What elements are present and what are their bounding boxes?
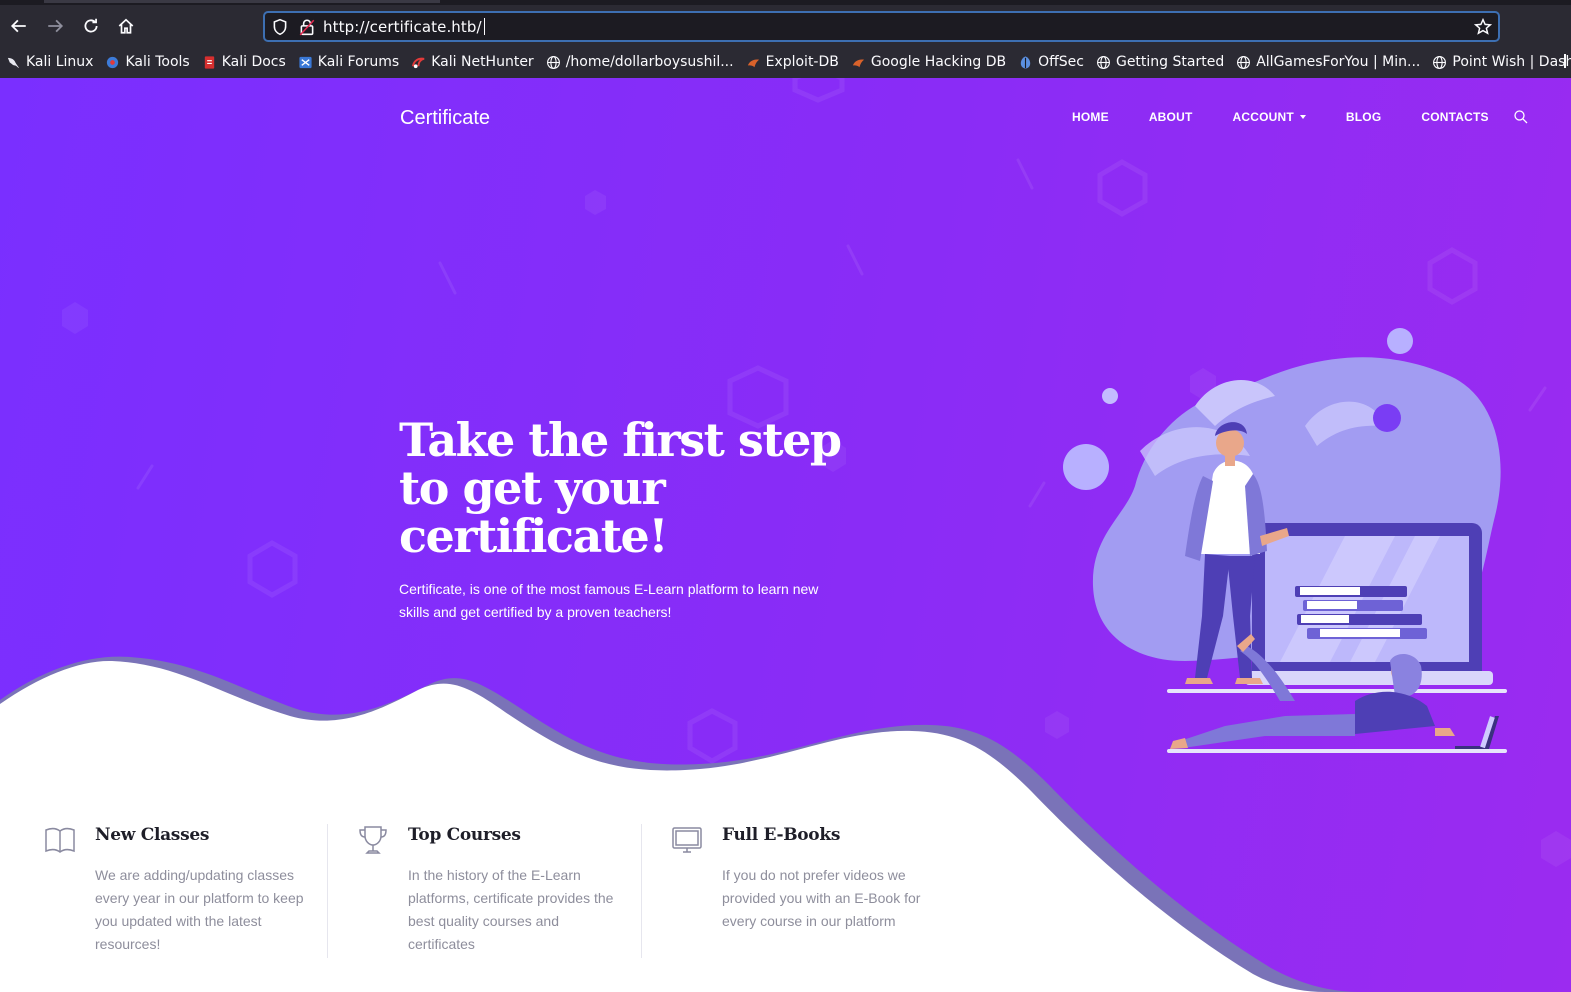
bookmark-label: Kali NetHunter xyxy=(431,54,534,70)
feature-title: Full E-Books xyxy=(722,825,841,845)
back-icon[interactable] xyxy=(7,14,31,38)
bookmark-label: Getting Started xyxy=(1115,54,1225,70)
bookmark-label: Kali Tools xyxy=(125,54,190,70)
bookmarks-overflow-indicator[interactable] xyxy=(1564,54,1566,68)
bookmark-star-icon[interactable] xyxy=(1473,17,1493,36)
bookmark-kali-forums[interactable]: Kali Forums xyxy=(298,54,399,70)
bookmark-home-dollarboysushil[interactable]: /home/dollarboysushil... xyxy=(546,54,734,70)
globe-icon xyxy=(1096,55,1111,70)
bookmark-kali-tools[interactable]: Kali Tools xyxy=(105,54,190,70)
trophy-icon xyxy=(357,824,389,856)
webpage: Certificate HOME ABOUT ACCOUNT BLOG CONT… xyxy=(0,78,1571,992)
kali-docs-icon xyxy=(202,55,217,70)
globe-icon xyxy=(546,55,561,70)
kali-nethunter-icon xyxy=(411,55,426,70)
kali-dragon-icon xyxy=(6,55,21,70)
feature-title: Top Courses xyxy=(408,825,521,845)
insecure-lock-icon[interactable] xyxy=(298,18,316,36)
bookmark-getting-started[interactable]: Getting Started xyxy=(1096,54,1224,70)
bookmark-exploit-db[interactable]: Exploit-DB xyxy=(746,54,839,70)
bookmark-kali-linux[interactable]: Kali Linux xyxy=(6,54,93,70)
bookmark-label: AllGamesForYou | Min... xyxy=(1256,54,1421,70)
feature-text: If you do not prefer videos we provided … xyxy=(722,867,921,929)
offsec-icon xyxy=(1018,55,1033,70)
globe-icon xyxy=(1432,55,1447,70)
forward-icon[interactable] xyxy=(43,14,67,38)
bookmark-label: Exploit-DB xyxy=(765,54,839,70)
book-icon xyxy=(44,824,76,856)
bookmark-label: /home/dollarboysushil... xyxy=(565,54,734,70)
bookmark-label: OffSec xyxy=(1038,54,1084,70)
browser-toolbar: http://certificate.htb/ Kali Linux Kali … xyxy=(0,0,1571,78)
reload-icon[interactable] xyxy=(79,14,103,38)
feature-title: New Classes xyxy=(95,825,210,845)
active-tab-indicator[interactable] xyxy=(44,0,440,3)
address-bar[interactable]: http://certificate.htb/ xyxy=(263,11,1500,42)
tracking-shield-icon[interactable] xyxy=(271,18,289,36)
bookmark-label: Google Hacking DB xyxy=(870,54,1007,70)
bookmarks-toolbar: Kali Linux Kali Tools Kali Docs Kali For… xyxy=(6,50,1571,74)
bookmark-kali-nethunter[interactable]: Kali NetHunter xyxy=(411,54,534,70)
bookmark-label: Kali Linux xyxy=(26,54,94,70)
feature-divider xyxy=(641,824,642,958)
monitor-icon xyxy=(671,824,703,856)
bookmark-kali-docs[interactable]: Kali Docs xyxy=(202,54,286,70)
bookmark-label: Kali Docs xyxy=(221,54,286,70)
feature-divider xyxy=(327,824,328,958)
bookmark-point-wish[interactable]: Point Wish | Dashboard xyxy=(1432,54,1571,70)
ghdb-icon xyxy=(851,55,866,70)
feature-text: In the history of the E-Learn platforms,… xyxy=(408,867,614,952)
exploit-db-icon xyxy=(746,55,761,70)
bookmark-allgamesforyou[interactable]: AllGamesForYou | Min... xyxy=(1236,54,1420,70)
bookmark-google-hacking-db[interactable]: Google Hacking DB xyxy=(851,54,1006,70)
kali-tools-icon xyxy=(105,55,120,70)
home-icon[interactable] xyxy=(114,14,138,38)
feature-text: We are adding/updating classes every yea… xyxy=(95,867,304,952)
bookmark-label: Kali Forums xyxy=(317,54,400,70)
kali-forums-icon xyxy=(298,55,313,70)
bookmark-label: Point Wish | Dashboard xyxy=(1452,54,1571,70)
bookmark-offsec[interactable]: OffSec xyxy=(1018,54,1084,70)
hero-wave-divider xyxy=(0,656,1360,992)
globe-icon xyxy=(1236,55,1251,70)
url-text[interactable]: http://certificate.htb/ xyxy=(323,18,485,36)
